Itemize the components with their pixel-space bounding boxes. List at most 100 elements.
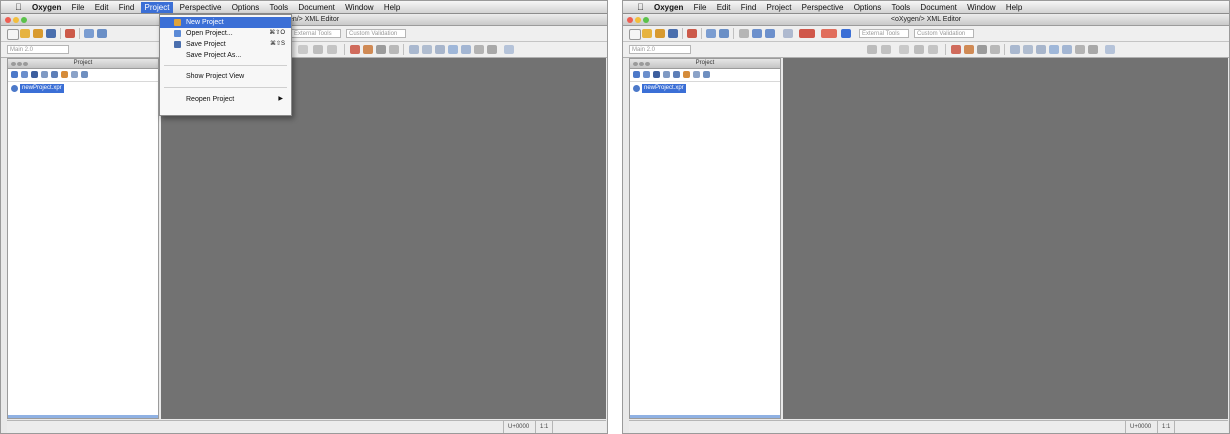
editor-area[interactable] <box>783 58 1228 419</box>
transform-icon[interactable] <box>376 45 386 54</box>
save-project-icon[interactable] <box>31 71 38 78</box>
external-tools-combo[interactable]: External Tools <box>859 29 909 38</box>
open-folder-icon[interactable] <box>642 29 652 38</box>
zoom-window-icon[interactable] <box>21 17 27 23</box>
forward-arrow-icon[interactable] <box>765 29 775 38</box>
panel-control-icon[interactable] <box>11 62 16 66</box>
menu-find[interactable]: Find <box>737 2 761 13</box>
replace-icon[interactable] <box>719 29 729 38</box>
add-files-icon[interactable] <box>633 71 640 78</box>
outline-icon[interactable] <box>1088 45 1098 54</box>
xpath-icon[interactable] <box>990 45 1000 54</box>
schema-icon[interactable] <box>1075 45 1085 54</box>
menu-project[interactable]: Project <box>763 2 796 13</box>
menu-oxygen[interactable]: Oxygen <box>28 2 65 13</box>
new-file-icon[interactable] <box>7 29 19 40</box>
menu-oxygen[interactable]: Oxygen <box>650 2 687 13</box>
search-icon[interactable] <box>663 71 670 78</box>
transform-icon[interactable] <box>977 45 987 54</box>
chart-icon[interactable] <box>504 45 514 54</box>
indent-icon[interactable] <box>914 45 924 54</box>
menu-document[interactable]: Document <box>294 2 338 13</box>
link-icon[interactable] <box>21 71 28 78</box>
save-icon[interactable] <box>668 29 678 38</box>
element-icon[interactable] <box>1049 45 1059 54</box>
validate-icon[interactable] <box>350 45 360 54</box>
print-icon[interactable] <box>687 29 697 38</box>
menu-project[interactable]: Project <box>140 2 174 13</box>
menu-item-save-project[interactable]: Save Project ⌘⇧S <box>160 39 291 50</box>
add-files-icon[interactable] <box>11 71 18 78</box>
outline-icon[interactable] <box>487 45 497 54</box>
apple-menu-icon[interactable]:  <box>623 1 648 13</box>
menu-item-open-project[interactable]: Open Project... ⌘⇧O <box>160 28 291 39</box>
minimize-window-icon[interactable] <box>13 17 19 23</box>
panel-control-icon[interactable] <box>639 62 644 66</box>
perspective-icon[interactable] <box>841 29 851 38</box>
db-explorer-icon[interactable] <box>799 29 815 38</box>
close-window-icon[interactable] <box>5 17 11 23</box>
format-icon[interactable] <box>899 45 909 54</box>
menu-file[interactable]: File <box>690 2 711 13</box>
search-icon[interactable] <box>41 71 48 78</box>
menu-window[interactable]: Window <box>341 2 377 13</box>
attribute-icon[interactable] <box>1062 45 1072 54</box>
external-tools-combo[interactable]: External Tools <box>291 29 341 38</box>
menu-find[interactable]: Find <box>115 2 139 13</box>
menu-item-save-project-as[interactable]: Save Project As... <box>160 50 291 61</box>
menu-edit[interactable]: Edit <box>91 2 113 13</box>
menu-item-reopen-project[interactable]: Reopen Project ▶ <box>160 94 291 105</box>
chart-icon[interactable] <box>1105 45 1115 54</box>
replace-icon[interactable] <box>97 29 107 38</box>
custom-validation-combo[interactable]: Custom Validation <box>346 29 406 38</box>
print-icon[interactable] <box>65 29 75 38</box>
table-icon[interactable] <box>1023 45 1033 54</box>
menu-tools[interactable]: Tools <box>266 2 293 13</box>
open-url-icon[interactable] <box>655 29 665 38</box>
apple-menu-icon[interactable]:  <box>1 1 26 13</box>
open-folder-icon[interactable] <box>20 29 30 38</box>
indent-icon[interactable] <box>313 45 323 54</box>
xpath-icon[interactable] <box>389 45 399 54</box>
grid-view-icon[interactable] <box>783 29 793 38</box>
menu-document[interactable]: Document <box>916 2 960 13</box>
debug-icon[interactable] <box>1010 45 1020 54</box>
menu-options[interactable]: Options <box>850 2 886 13</box>
table-icon[interactable] <box>422 45 432 54</box>
menu-tools[interactable]: Tools <box>888 2 915 13</box>
framework-combo[interactable]: Main 2.0 <box>7 45 69 54</box>
refresh-icon[interactable] <box>693 71 700 78</box>
format-icon[interactable] <box>298 45 308 54</box>
cut-icon[interactable] <box>739 29 749 38</box>
minimize-window-icon[interactable] <box>635 17 641 23</box>
save-icon[interactable] <box>46 29 56 38</box>
arrow-right-icon[interactable] <box>81 71 88 78</box>
schema-icon[interactable] <box>474 45 484 54</box>
panel-control-icon[interactable] <box>633 62 638 66</box>
panel-control-icon[interactable] <box>23 62 28 66</box>
grid-icon[interactable] <box>51 71 58 78</box>
folder-icon[interactable] <box>683 71 690 78</box>
find-icon[interactable] <box>84 29 94 38</box>
tag-icon[interactable] <box>867 45 877 54</box>
attribute-icon[interactable] <box>461 45 471 54</box>
back-arrow-icon[interactable] <box>752 29 762 38</box>
framework-combo[interactable]: Main 2.0 <box>629 45 691 54</box>
project-tree-item[interactable]: newProject.xpr <box>8 84 158 94</box>
menu-help[interactable]: Help <box>380 2 404 13</box>
menu-perspective[interactable]: Perspective <box>798 2 848 13</box>
grid-icon[interactable] <box>673 71 680 78</box>
menu-window[interactable]: Window <box>963 2 999 13</box>
arrow-right-icon[interactable] <box>703 71 710 78</box>
link-icon[interactable] <box>643 71 650 78</box>
project-file-label[interactable]: newProject.xpr <box>642 84 686 93</box>
xslt-debugger-icon[interactable] <box>821 29 837 38</box>
new-file-icon[interactable] <box>629 29 641 40</box>
zoom-window-icon[interactable] <box>643 17 649 23</box>
save-project-icon[interactable] <box>653 71 660 78</box>
find-icon[interactable] <box>706 29 716 38</box>
menu-item-show-project-view[interactable]: Show Project View <box>160 71 291 82</box>
comment-icon[interactable] <box>327 45 337 54</box>
menu-help[interactable]: Help <box>1002 2 1026 13</box>
check-wellformed-icon[interactable] <box>363 45 373 54</box>
